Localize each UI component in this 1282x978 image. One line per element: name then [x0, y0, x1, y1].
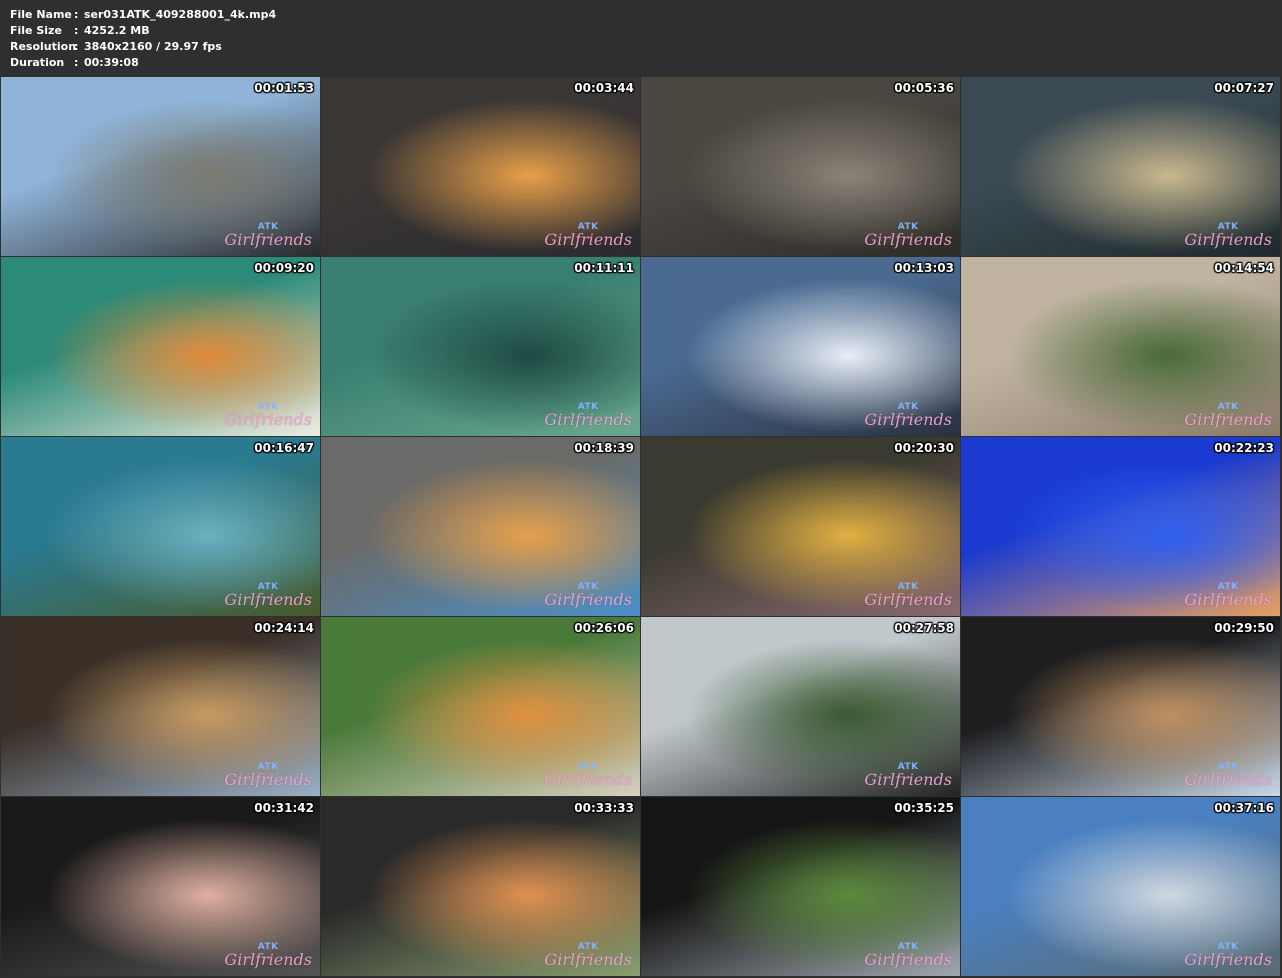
video-thumbnail[interactable]: 00:11:11 ATK Girlfriends — [321, 257, 640, 436]
thumbnail-frame-image — [961, 77, 1280, 256]
video-thumbnail[interactable]: 00:24:14 ATK Girlfriends — [1, 617, 320, 796]
file-size-row: File Size : 4252.2 MB — [10, 23, 276, 39]
resolution-row: Resolution : 3840x2160 / 29.97 fps — [10, 39, 276, 55]
thumbnail-timestamp: 00:33:33 — [574, 801, 634, 815]
thumbnail-frame-image — [1, 257, 320, 436]
duration-row: Duration : 00:39:08 — [10, 55, 276, 71]
file-name-label: File Name — [10, 8, 72, 21]
file-info-header: File Name : ser031ATK_409288001_4k.mp4 F… — [10, 7, 276, 71]
thumbnail-timestamp: 00:31:42 — [254, 801, 314, 815]
separator: : — [74, 40, 79, 53]
thumbnail-timestamp: 00:35:25 — [894, 801, 954, 815]
separator: : — [74, 24, 79, 37]
resolution-value: 3840x2160 / 29.97 fps — [84, 40, 222, 53]
video-thumbnail[interactable]: 00:35:25 ATK Girlfriends — [641, 797, 960, 976]
resolution-label: Resolution — [10, 40, 77, 53]
video-thumbnail[interactable]: 00:26:06 ATK Girlfriends — [321, 617, 640, 796]
thumbnail-frame-image — [1, 617, 320, 796]
video-thumbnail[interactable]: 00:29:50 ATK Girlfriends — [961, 617, 1280, 796]
thumbnail-frame-image — [961, 617, 1280, 796]
video-thumbnail[interactable]: 00:16:47 ATK Girlfriends — [1, 437, 320, 616]
thumbnail-frame-image — [961, 797, 1280, 976]
thumbnail-timestamp: 00:16:47 — [254, 441, 314, 455]
thumbnail-timestamp: 00:09:20 — [254, 261, 314, 275]
thumbnail-timestamp: 00:26:06 — [574, 621, 634, 635]
thumbnail-timestamp: 00:27:58 — [894, 621, 954, 635]
video-thumbnail[interactable]: 00:05:36 ATK Girlfriends — [641, 77, 960, 256]
thumbnail-frame-image — [961, 437, 1280, 616]
thumbnail-timestamp: 00:22:23 — [1214, 441, 1274, 455]
thumbnail-frame-image — [321, 77, 640, 256]
video-thumbnail[interactable]: 00:18:39 ATK Girlfriends — [321, 437, 640, 616]
thumbnail-timestamp: 00:24:14 — [254, 621, 314, 635]
thumbnail-timestamp: 00:29:50 — [1214, 621, 1274, 635]
thumbnail-timestamp: 00:13:03 — [894, 261, 954, 275]
thumbnail-frame-image — [641, 437, 960, 616]
video-thumbnail[interactable]: 00:09:20 ATK Girlfriends — [1, 257, 320, 436]
thumbnail-frame-image — [321, 437, 640, 616]
video-thumbnail[interactable]: 00:37:16 ATK Girlfriends — [961, 797, 1280, 976]
thumbnail-frame-image — [641, 77, 960, 256]
contact-sheet: File Name : ser031ATK_409288001_4k.mp4 F… — [0, 0, 1282, 978]
thumbnail-frame-image — [1, 437, 320, 616]
file-size-label: File Size — [10, 24, 62, 37]
thumbnail-frame-image — [641, 797, 960, 976]
video-thumbnail[interactable]: 00:07:27 ATK Girlfriends — [961, 77, 1280, 256]
duration-value: 00:39:08 — [84, 56, 139, 69]
thumbnail-frame-image — [321, 257, 640, 436]
video-thumbnail[interactable]: 00:22:23 ATK Girlfriends — [961, 437, 1280, 616]
thumbnail-timestamp: 00:37:16 — [1214, 801, 1274, 815]
file-size-value: 4252.2 MB — [84, 24, 150, 37]
thumbnail-timestamp: 00:07:27 — [1214, 81, 1274, 95]
thumbnail-timestamp: 00:20:30 — [894, 441, 954, 455]
thumbnail-timestamp: 00:05:36 — [894, 81, 954, 95]
thumbnail-frame-image — [321, 797, 640, 976]
video-thumbnail[interactable]: 00:31:42 ATK Girlfriends — [1, 797, 320, 976]
separator: : — [74, 56, 79, 69]
video-thumbnail[interactable]: 00:14:54 ATK Girlfriends — [961, 257, 1280, 436]
thumbnail-grid: 00:01:53 ATK Girlfriends 00:03:44 ATK Girlfri… — [1, 77, 1281, 977]
separator: : — [74, 8, 79, 21]
video-thumbnail[interactable]: 00:13:03 ATK Girlfriends — [641, 257, 960, 436]
thumbnail-frame-image — [641, 257, 960, 436]
thumbnail-timestamp: 00:03:44 — [574, 81, 634, 95]
thumbnail-frame-image — [961, 257, 1280, 436]
thumbnail-frame-image — [1, 77, 320, 256]
video-thumbnail[interactable]: 00:20:30 ATK Girlfriends — [641, 437, 960, 616]
thumbnail-timestamp: 00:11:11 — [574, 261, 634, 275]
thumbnail-frame-image — [1, 797, 320, 976]
duration-label: Duration — [10, 56, 65, 69]
thumbnail-timestamp: 00:14:54 — [1214, 261, 1274, 275]
file-name-row: File Name : ser031ATK_409288001_4k.mp4 — [10, 7, 276, 23]
video-thumbnail[interactable]: 00:33:33 ATK Girlfriends — [321, 797, 640, 976]
thumbnail-timestamp: 00:01:53 — [254, 81, 314, 95]
thumbnail-timestamp: 00:18:39 — [574, 441, 634, 455]
video-thumbnail[interactable]: 00:03:44 ATK Girlfriends — [321, 77, 640, 256]
thumbnail-frame-image — [641, 617, 960, 796]
video-thumbnail[interactable]: 00:01:53 ATK Girlfriends — [1, 77, 320, 256]
video-thumbnail[interactable]: 00:27:58 ATK Girlfriends — [641, 617, 960, 796]
file-name-value: ser031ATK_409288001_4k.mp4 — [84, 8, 277, 21]
thumbnail-frame-image — [321, 617, 640, 796]
